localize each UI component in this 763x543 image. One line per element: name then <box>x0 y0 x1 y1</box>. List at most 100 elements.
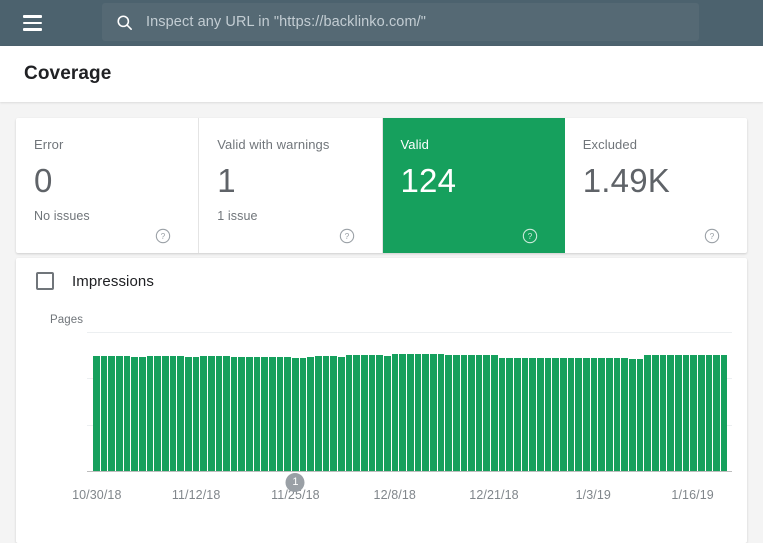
chart-bar[interactable] <box>522 358 530 471</box>
chart-bar[interactable] <box>537 358 545 471</box>
chart-bar[interactable] <box>506 358 514 471</box>
chart-bar[interactable] <box>261 357 269 471</box>
chart-bar[interactable] <box>667 355 675 471</box>
chart-bar[interactable] <box>598 358 606 471</box>
chart-bar[interactable] <box>514 358 522 471</box>
chart-bar[interactable] <box>338 357 346 471</box>
chart-bar[interactable] <box>706 355 714 471</box>
chart-bar[interactable] <box>476 355 484 471</box>
chart-bar[interactable] <box>208 356 216 471</box>
chart-bar[interactable] <box>415 354 423 471</box>
chart-bar[interactable] <box>254 357 262 471</box>
chart-bar[interactable] <box>108 356 116 471</box>
chart-bar[interactable] <box>162 356 170 471</box>
chart-bar[interactable] <box>147 356 155 471</box>
chart-bar[interactable] <box>430 354 438 471</box>
chart-bar[interactable] <box>170 356 178 471</box>
chart-bar[interactable] <box>438 354 446 471</box>
help-circle-icon[interactable]: ? <box>522 228 538 244</box>
chart-bar[interactable] <box>139 357 147 471</box>
chart-bar[interactable] <box>583 358 591 471</box>
chart-bar[interactable] <box>545 358 553 471</box>
chart-bar[interactable] <box>399 354 407 471</box>
impressions-checkbox[interactable] <box>36 272 54 290</box>
chart-bar[interactable] <box>269 357 277 471</box>
chart-bar[interactable] <box>223 356 231 471</box>
chart-bar[interactable] <box>568 358 576 471</box>
chart-bar[interactable] <box>629 359 637 471</box>
chart-bar[interactable] <box>483 355 491 471</box>
chart-bar[interactable] <box>346 355 354 471</box>
chart-bar[interactable] <box>422 354 430 471</box>
chart-annotation-badge[interactable]: 1 <box>286 473 305 492</box>
chart-bar[interactable] <box>292 358 300 471</box>
chart-bar[interactable] <box>376 355 384 471</box>
chart-bar[interactable] <box>453 355 461 471</box>
chart-bar[interactable] <box>698 355 706 471</box>
chart-bar[interactable] <box>284 357 292 471</box>
search-input-placeholder[interactable]: Inspect any URL in "https://backlinko.co… <box>146 14 426 30</box>
chart-bar[interactable] <box>353 355 361 471</box>
status-card-value: 0 <box>34 159 198 203</box>
chart-bar[interactable] <box>124 356 132 471</box>
chart-bar[interactable] <box>445 355 453 471</box>
url-inspection-search-box[interactable]: Inspect any URL in "https://backlinko.co… <box>102 3 699 41</box>
chart-bar[interactable] <box>101 356 109 471</box>
chart-bar[interactable] <box>323 356 331 471</box>
chart-bar[interactable] <box>644 355 652 471</box>
chart-bar[interactable] <box>575 358 583 471</box>
chart-bar[interactable] <box>552 358 560 471</box>
chart-bar[interactable] <box>185 357 193 471</box>
chart-bar[interactable] <box>683 355 691 471</box>
chart-bar[interactable] <box>660 355 668 471</box>
status-card-valid[interactable]: Valid 124 ? <box>383 118 565 253</box>
chart-bar[interactable] <box>713 355 721 471</box>
chart-bar[interactable] <box>361 355 369 471</box>
chart-bar[interactable] <box>216 356 224 471</box>
impressions-label[interactable]: Impressions <box>72 273 154 290</box>
status-card-excluded[interactable]: Excluded 1.49K ? <box>565 118 747 253</box>
chart-bar[interactable] <box>529 358 537 471</box>
status-card-valid-with-warnings[interactable]: Valid with warnings 1 1 issue ? <box>199 118 382 253</box>
chart-bar[interactable] <box>652 355 660 471</box>
chart-bar[interactable] <box>491 355 499 471</box>
chart-bar[interactable] <box>591 358 599 471</box>
chart-bar[interactable] <box>384 356 392 471</box>
chart-bar[interactable] <box>131 357 139 471</box>
chart-bar[interactable] <box>468 355 476 471</box>
chart-bar[interactable] <box>330 356 338 471</box>
chart-bar[interactable] <box>499 358 507 471</box>
chart-bar[interactable] <box>238 357 246 471</box>
chart-bar[interactable] <box>246 357 254 471</box>
chart-bar[interactable] <box>407 354 415 471</box>
help-circle-icon[interactable]: ? <box>704 228 720 244</box>
chart-bar[interactable] <box>116 356 124 471</box>
chart-bar[interactable] <box>277 357 285 471</box>
chart-bar[interactable] <box>637 359 645 471</box>
chart-bar[interactable] <box>93 356 101 471</box>
status-card-error[interactable]: Error 0 No issues ? <box>16 118 199 253</box>
chart-bar[interactable] <box>675 355 683 471</box>
chart-bar[interactable] <box>621 358 629 471</box>
chart-bar[interactable] <box>369 355 377 471</box>
chart-bar[interactable] <box>307 357 315 471</box>
chart-bar[interactable] <box>300 358 308 471</box>
hamburger-menu-icon[interactable] <box>9 0 55 46</box>
chart-bar[interactable] <box>560 358 568 471</box>
chart-bar[interactable] <box>154 356 162 471</box>
hamburger-bar <box>23 28 42 31</box>
chart-bar[interactable] <box>392 354 400 471</box>
coverage-summary-card: Error 0 No issues ? Valid with warnings … <box>16 118 747 253</box>
help-circle-icon[interactable]: ? <box>155 228 171 244</box>
chart-bar[interactable] <box>315 356 323 471</box>
chart-bar[interactable] <box>614 358 622 471</box>
chart-bar[interactable] <box>193 357 201 471</box>
help-circle-icon[interactable]: ? <box>339 228 355 244</box>
chart-bar[interactable] <box>606 358 614 471</box>
chart-bar[interactable] <box>721 355 728 471</box>
chart-bar[interactable] <box>231 357 239 471</box>
chart-bar[interactable] <box>461 355 469 471</box>
chart-bar[interactable] <box>690 355 698 471</box>
chart-bar[interactable] <box>200 356 208 471</box>
chart-bar[interactable] <box>177 356 185 471</box>
